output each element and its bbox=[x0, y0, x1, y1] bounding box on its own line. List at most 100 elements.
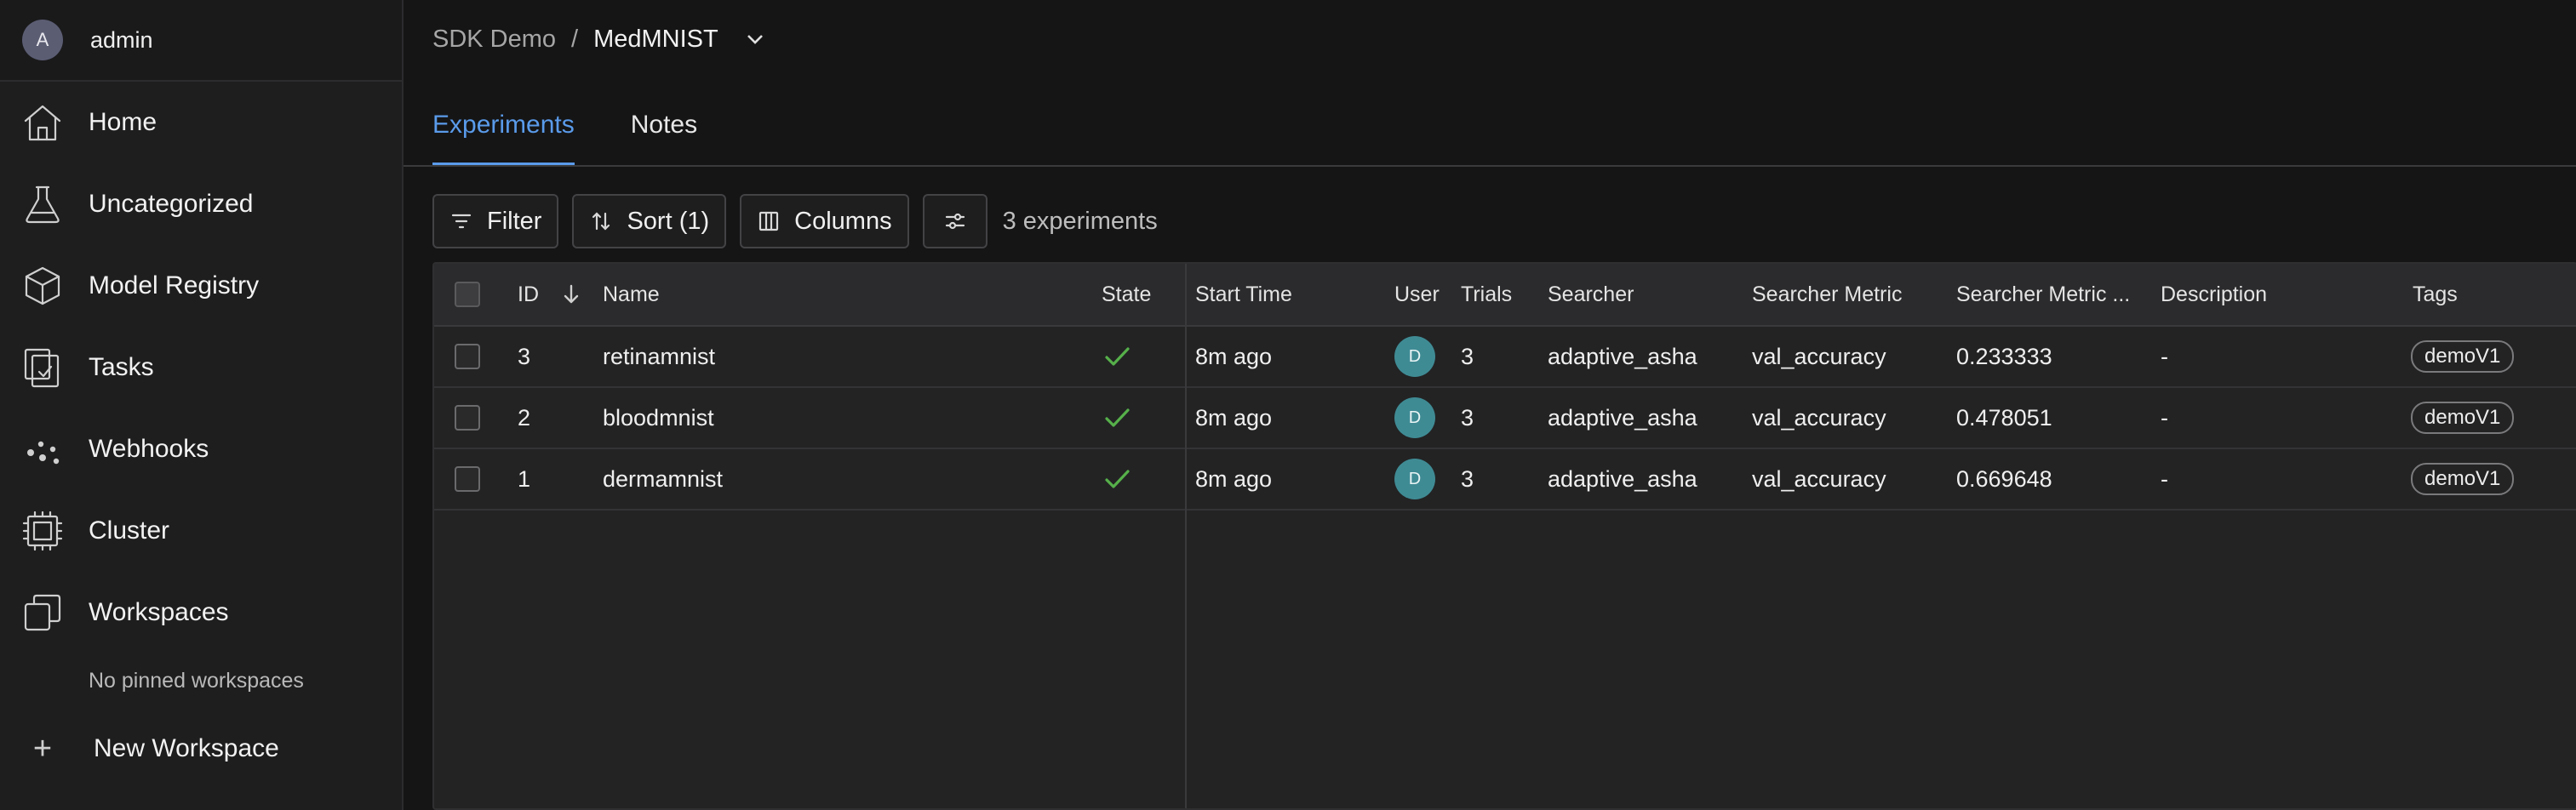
pinned-columns-divider bbox=[1185, 264, 1187, 808]
experiment-count: 3 experiments bbox=[1002, 207, 1158, 235]
cell-searcher-metric-value: 0.233333 bbox=[1956, 343, 2052, 369]
column-header-label: Tags bbox=[2413, 282, 2458, 306]
row-checkbox[interactable] bbox=[455, 466, 480, 492]
sort-desc-icon[interactable] bbox=[562, 264, 581, 325]
column-header-start-time[interactable]: Start Time bbox=[1195, 264, 1292, 325]
cell-searcher-metric: val_accuracy bbox=[1752, 404, 1886, 431]
row-checkbox[interactable] bbox=[455, 405, 480, 431]
sidebar-item-home[interactable]: Home bbox=[0, 82, 402, 163]
cell-description: - bbox=[2161, 404, 2168, 431]
settings-button[interactable] bbox=[922, 194, 987, 248]
cell-user: D bbox=[1394, 388, 1435, 448]
chevron-down-icon[interactable] bbox=[744, 28, 766, 50]
cell-description: - bbox=[2161, 343, 2168, 369]
column-header-searcher[interactable]: Searcher bbox=[1548, 264, 1634, 325]
avatar: D bbox=[1394, 459, 1435, 499]
sidebar-item-label: Tasks bbox=[89, 353, 154, 381]
cube-icon bbox=[20, 264, 65, 308]
cell-start-time: 8m ago bbox=[1195, 465, 1273, 492]
table-row[interactable]: 2 bloodmnist 8m ago D 3 adaptive_asha va… bbox=[434, 388, 2576, 449]
column-header-tags[interactable]: Tags bbox=[2413, 264, 2458, 325]
sidebar-item-cluster[interactable]: Cluster bbox=[0, 490, 402, 572]
column-header-description[interactable]: Description bbox=[2161, 264, 2267, 325]
no-pinned-workspaces: No pinned workspaces bbox=[89, 668, 304, 693]
cell-user: D bbox=[1394, 449, 1435, 509]
sidebar-item-uncategorized[interactable]: Uncategorized bbox=[0, 163, 402, 245]
sidebar-item-workspaces[interactable]: Workspaces bbox=[0, 572, 402, 653]
sidebar-item-tasks[interactable]: Tasks bbox=[0, 327, 402, 408]
table-header: ID Name State Start Time User Trials Sea… bbox=[434, 264, 2576, 327]
column-header-label: Start Time bbox=[1195, 282, 1292, 306]
cell-user: D bbox=[1394, 327, 1435, 386]
row-select-cell[interactable] bbox=[455, 388, 480, 448]
tab-experiments[interactable]: Experiments bbox=[432, 111, 575, 165]
cell-searcher-metric: val_accuracy bbox=[1752, 465, 1886, 492]
cell-searcher: adaptive_asha bbox=[1548, 404, 1697, 431]
cell-searcher: adaptive_asha bbox=[1548, 465, 1697, 492]
tag-badge[interactable]: demoV1 bbox=[2411, 463, 2515, 495]
state-completed-icon bbox=[1102, 327, 1132, 386]
column-header-searcher-metric[interactable]: Searcher Metric bbox=[1752, 264, 1902, 325]
filter-label: Filter bbox=[487, 207, 542, 235]
column-header-label: ID bbox=[518, 282, 539, 306]
sort-icon bbox=[592, 212, 610, 231]
column-header-name[interactable]: Name bbox=[603, 264, 660, 325]
column-header-label: Trials bbox=[1461, 282, 1513, 306]
plus-icon: + bbox=[32, 730, 53, 767]
filter-button[interactable]: Filter bbox=[432, 194, 559, 248]
tab-notes[interactable]: Notes bbox=[631, 111, 697, 165]
sidebar-item-label: Uncategorized bbox=[89, 190, 254, 218]
columns-button[interactable]: Columns bbox=[740, 194, 909, 248]
sidebar-item-model-registry[interactable]: Model Registry bbox=[0, 245, 402, 327]
breadcrumb: SDK Demo / MedMNIST bbox=[404, 0, 2576, 78]
sidebar-item-label: Cluster bbox=[89, 516, 170, 545]
table-row[interactable]: 3 retinamnist 8m ago D 3 adaptive_asha v… bbox=[434, 327, 2576, 388]
column-header-user[interactable]: User bbox=[1394, 264, 1440, 325]
cell-description: - bbox=[2161, 465, 2168, 492]
sidebar-item-label: Workspaces bbox=[89, 598, 229, 626]
tab-bar: Experiments Notes bbox=[404, 78, 2576, 167]
breadcrumb-parent[interactable]: SDK Demo bbox=[432, 26, 556, 54]
row-select-cell[interactable] bbox=[455, 449, 480, 509]
cell-name[interactable]: dermamnist bbox=[603, 449, 723, 509]
cell-name[interactable]: bloodmnist bbox=[603, 388, 714, 448]
state-completed-icon bbox=[1102, 388, 1132, 448]
column-header-label: User bbox=[1394, 282, 1440, 306]
new-workspace-label: New Workspace bbox=[94, 734, 279, 762]
webhooks-icon bbox=[20, 427, 65, 471]
select-all-cell[interactable] bbox=[455, 264, 480, 325]
cell-searcher-metric: val_accuracy bbox=[1752, 343, 1886, 369]
avatar: A bbox=[22, 20, 63, 60]
avatar: D bbox=[1394, 336, 1435, 377]
column-header-state[interactable]: State bbox=[1102, 264, 1151, 325]
table-row[interactable]: 1 dermamnist 8m ago D 3 adaptive_asha va… bbox=[434, 449, 2576, 511]
sidebar-item-webhooks[interactable]: Webhooks bbox=[0, 408, 402, 490]
columns-label: Columns bbox=[794, 207, 892, 235]
avatar: D bbox=[1394, 397, 1435, 438]
cell-trials: 3 bbox=[1461, 343, 1474, 369]
new-workspace-button[interactable]: + New Workspace bbox=[0, 708, 402, 790]
cell-tags: demoV1 bbox=[2411, 327, 2515, 386]
main-content: SDK Demo / MedMNIST Experiments Notes Fi… bbox=[404, 0, 2576, 810]
cell-name[interactable]: retinamnist bbox=[603, 327, 715, 386]
cell-tags: demoV1 bbox=[2411, 449, 2515, 509]
cell-id: 2 bbox=[518, 404, 531, 431]
user-name: admin bbox=[90, 26, 153, 53]
sort-button[interactable]: Sort (1) bbox=[572, 194, 727, 248]
row-select-cell[interactable] bbox=[455, 327, 480, 386]
column-header-searcher-metric-value[interactable]: Searcher Metric ... bbox=[1956, 264, 2147, 325]
select-all-checkbox[interactable] bbox=[455, 282, 480, 307]
columns-icon bbox=[759, 211, 779, 231]
state-completed-icon bbox=[1102, 449, 1132, 509]
cell-trials: 3 bbox=[1461, 404, 1474, 431]
user-menu[interactable]: A admin bbox=[0, 0, 402, 82]
column-header-id[interactable]: ID bbox=[518, 264, 539, 325]
column-header-trials[interactable]: Trials bbox=[1461, 264, 1512, 325]
column-header-label: Searcher Metric ... bbox=[1956, 282, 2131, 306]
tag-badge[interactable]: demoV1 bbox=[2411, 340, 2515, 373]
row-checkbox[interactable] bbox=[455, 344, 480, 369]
cell-searcher: adaptive_asha bbox=[1548, 343, 1697, 369]
tag-badge[interactable]: demoV1 bbox=[2411, 402, 2515, 434]
cell-id: 1 bbox=[518, 465, 531, 492]
cell-searcher-metric-value: 0.669648 bbox=[1956, 465, 2052, 492]
